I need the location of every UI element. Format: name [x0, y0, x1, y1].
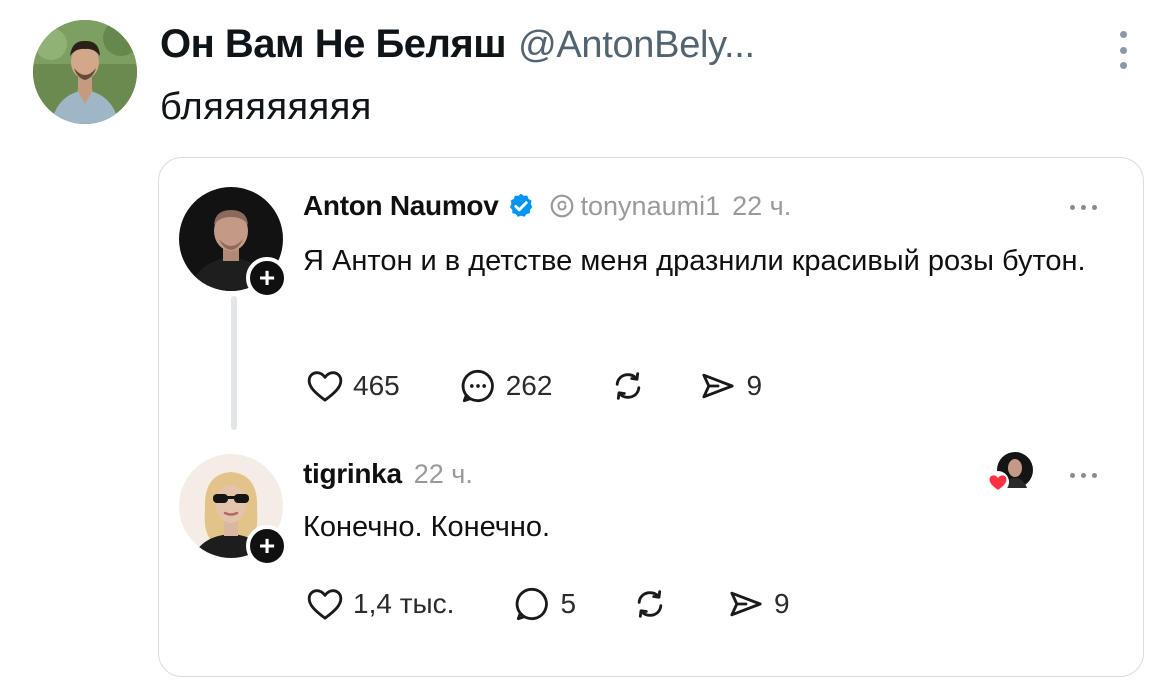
heart-icon — [307, 589, 343, 620]
reply-text: Конечно. Конечно. — [303, 511, 551, 543]
author-handle[interactable]: @AntonBely... — [518, 24, 755, 67]
repost-button[interactable] — [608, 366, 648, 406]
thread-connector-line — [231, 296, 237, 430]
comment-icon — [516, 587, 549, 621]
post-text: Я Антон и в детстве меня дразнили красив… — [303, 245, 1086, 277]
share-count: 9 — [774, 588, 790, 619]
tweet-text: бляяяяяяяя — [160, 86, 372, 128]
post-author-handle[interactable]: tonynaumi1 — [581, 191, 721, 222]
post-header: Anton Naumov tonynaumi1 22 ч. — [303, 190, 791, 222]
reply-button[interactable]: 5 — [512, 584, 576, 624]
like-button[interactable]: 465 — [305, 366, 400, 406]
author-avatar[interactable] — [33, 20, 137, 124]
reply-count: 262 — [505, 370, 553, 401]
like-count: 465 — [353, 370, 400, 401]
comment-icon — [461, 369, 494, 403]
reply-actions: 1,4 тыс. 5 9 — [305, 584, 790, 624]
heart-icon — [307, 371, 343, 402]
follow-plus-button[interactable]: + — [246, 257, 288, 299]
author-liked-indicator — [985, 450, 1035, 496]
reply-count: 5 — [560, 588, 577, 619]
repost-icon — [637, 590, 663, 618]
like-button[interactable]: 1,4 тыс. — [305, 584, 454, 624]
reply-header: tigrinka 22 ч. — [303, 458, 473, 490]
threads-logo-icon — [550, 194, 573, 218]
post-timestamp: 22 ч. — [732, 190, 792, 221]
reply-more-icon[interactable] — [1070, 473, 1097, 478]
share-button[interactable]: 9 — [726, 584, 790, 624]
reply-button[interactable]: 262 — [458, 366, 553, 406]
post-more-icon[interactable] — [1070, 205, 1097, 210]
like-count: 1,4 тыс. — [353, 588, 455, 619]
reply-author-name[interactable]: tigrinka — [303, 458, 402, 490]
author-name[interactable]: Он Вам Не Беляш — [160, 22, 507, 67]
author-line: Он Вам Не Беляш @AntonBely... — [160, 22, 755, 74]
repost-button[interactable] — [630, 584, 670, 624]
more-options-icon[interactable] — [1110, 28, 1136, 72]
send-icon — [702, 373, 735, 399]
verified-badge-icon — [509, 193, 532, 217]
post-author-name[interactable]: Anton Naumov — [303, 190, 499, 222]
share-count: 9 — [746, 370, 763, 401]
quoted-image-card[interactable]: + Anton Naumov tonynaumi1 22 ч. Я Антон … — [158, 157, 1144, 677]
repost-icon — [616, 372, 641, 400]
send-icon — [730, 591, 762, 617]
reply-timestamp: 22 ч. — [413, 458, 473, 489]
post-actions: 465 262 9 — [305, 366, 762, 406]
follow-plus-button[interactable]: + — [246, 525, 288, 567]
share-button[interactable]: 9 — [698, 366, 762, 406]
